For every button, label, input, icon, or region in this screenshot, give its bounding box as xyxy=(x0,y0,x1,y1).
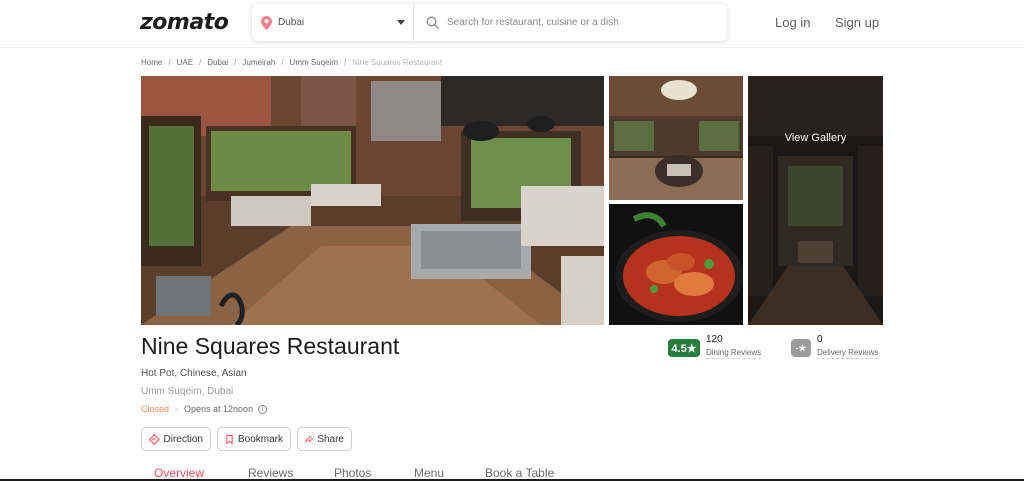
gallery-photo[interactable]: View Gallery xyxy=(748,76,883,325)
dining-rating[interactable]: 4.5★ 120 Dining Reviews xyxy=(668,334,762,359)
breadcrumb-current: Nine Squares Restaurant xyxy=(352,58,443,67)
restaurant-address: Umm Suqeim, Dubai xyxy=(141,386,234,397)
breadcrumb-home[interactable]: Home xyxy=(141,58,162,67)
restaurant-page: zomato Dubai Log in Sign up Home xyxy=(0,0,1024,481)
location-text: Dubai xyxy=(278,17,305,28)
zomato-logo[interactable]: zomato xyxy=(140,10,229,35)
share-icon xyxy=(305,434,314,443)
food-photo[interactable] xyxy=(609,204,743,325)
delivery-rating-badge: -★ xyxy=(791,339,811,357)
delivery-rating[interactable]: -★ 0 Delivery Reviews xyxy=(791,334,879,359)
interior-photo[interactable] xyxy=(609,76,743,200)
status-text: Closed xyxy=(141,404,170,414)
login-link[interactable]: Log in xyxy=(775,15,810,30)
location-pin-icon xyxy=(261,15,272,30)
bookmark-label: Bookmark xyxy=(237,433,283,445)
tab-reviews[interactable]: Reviews xyxy=(248,466,293,480)
restaurant-cuisine: Hot Pot, Chinese, Asian xyxy=(141,368,247,379)
dining-review-count: 120 xyxy=(706,334,723,345)
dining-rating-meta: 120 Dining Reviews xyxy=(706,334,762,359)
search-input[interactable] xyxy=(447,17,717,28)
direction-label: Direction xyxy=(163,433,203,445)
opens-time: Opens at 12noon xyxy=(184,404,254,414)
breadcrumb-dubai[interactable]: Dubai xyxy=(207,58,228,67)
restaurant-name: Nine Squares Restaurant xyxy=(141,333,400,359)
delivery-review-label: Delivery Reviews xyxy=(817,348,879,359)
location-selector[interactable]: Dubai xyxy=(252,4,414,41)
tab-menu[interactable]: Menu xyxy=(414,466,444,480)
breadcrumb-umm-suqeim[interactable]: Umm Suqeim xyxy=(290,58,338,67)
delivery-review-count: 0 xyxy=(817,334,823,345)
view-gallery-button[interactable]: View Gallery xyxy=(748,132,883,144)
direction-icon xyxy=(149,433,160,445)
share-button[interactable]: Share xyxy=(297,427,352,451)
signup-link[interactable]: Sign up xyxy=(835,15,879,30)
bookmark-icon xyxy=(226,434,233,445)
info-icon[interactable]: i xyxy=(258,404,268,414)
tab-overview[interactable]: Overview xyxy=(154,466,204,480)
main-photo[interactable] xyxy=(141,76,604,325)
search-icon xyxy=(426,16,439,29)
separator-dot: - xyxy=(175,404,179,414)
breadcrumb-jumeirah[interactable]: Jumeirah xyxy=(242,58,275,67)
dining-review-label: Dining Reviews xyxy=(706,348,762,359)
tab-book-a-table[interactable]: Book a Table xyxy=(485,466,554,480)
chevron-down-icon xyxy=(397,20,405,25)
delivery-rating-meta: 0 Delivery Reviews xyxy=(817,334,879,359)
breadcrumb: Home / UAE / Dubai / Jumeirah / Umm Suqeim / … xyxy=(141,58,443,67)
dining-rating-badge: 4.5★ xyxy=(668,339,700,357)
share-label: Share xyxy=(317,433,344,445)
bookmark-button[interactable]: Bookmark xyxy=(217,427,291,451)
direction-button[interactable]: Direction xyxy=(141,427,211,451)
top-header: zomato Dubai Log in Sign up xyxy=(0,0,1024,48)
search-bar: Dubai xyxy=(252,4,727,41)
breadcrumb-uae[interactable]: UAE xyxy=(177,58,193,67)
opening-hours: Closed - Opens at 12noon i xyxy=(141,404,268,414)
search-area xyxy=(414,16,727,29)
tab-photos[interactable]: Photos xyxy=(334,466,371,480)
